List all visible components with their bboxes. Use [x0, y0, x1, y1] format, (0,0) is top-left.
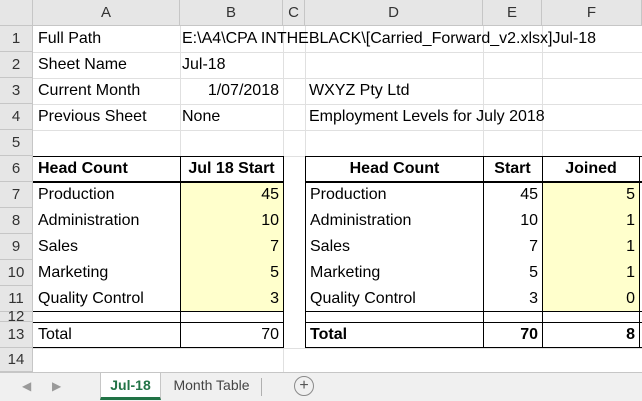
right-row-joined[interactable]: 1 — [543, 260, 639, 286]
column-header-e[interactable]: E — [483, 0, 542, 26]
table-border — [33, 156, 284, 157]
spreadsheet-grid[interactable]: A B C D E F 1 2 3 4 5 6 7 8 9 10 11 12 1… — [0, 0, 642, 372]
add-sheet-icon[interactable]: + — [294, 376, 314, 396]
previous-sheet-label: Previous Sheet — [38, 108, 147, 125]
left-total-label: Total — [38, 326, 72, 343]
current-month-value: 1/07/2018 — [207, 82, 279, 99]
table-border — [305, 347, 642, 348]
row-header-3[interactable]: 3 — [0, 78, 33, 104]
table-border — [180, 156, 181, 348]
row-header-9[interactable]: 9 — [0, 234, 33, 260]
sheet-name-label: Sheet Name — [38, 56, 127, 73]
right-row-start: 10 — [520, 212, 538, 229]
row-header-6[interactable]: 6 — [0, 156, 33, 182]
table-border — [305, 181, 642, 183]
table-border — [283, 156, 284, 348]
left-row-value[interactable]: 7 — [181, 234, 283, 260]
left-row-value[interactable]: 10 — [181, 208, 283, 234]
left-row-name: Marketing — [38, 264, 109, 281]
right-total-joined: 8 — [626, 326, 635, 343]
tab-jul-18[interactable]: Jul-18 — [100, 373, 161, 400]
left-row-value[interactable]: 45 — [181, 182, 283, 208]
sheet-tab-bar: ◀ ▶ Jul-18 Month Table + — [0, 372, 642, 401]
row-header-1[interactable]: 1 — [0, 26, 33, 52]
right-header-start: Start — [494, 160, 531, 177]
right-row-joined[interactable]: 0 — [543, 286, 639, 312]
column-header-a[interactable]: A — [33, 0, 180, 26]
left-row-name: Sales — [38, 238, 79, 255]
right-row-name: Marketing — [310, 264, 381, 281]
sheet-name-value: Jul-18 — [182, 56, 226, 73]
right-row-name: Sales — [310, 238, 351, 255]
select-all-corner[interactable] — [0, 0, 33, 26]
full-path-value: E:\A4\CPA INTHEBLACK\[Carried_Forward_v2… — [182, 30, 597, 47]
table-border — [305, 311, 642, 312]
left-row-name: Quality Control — [38, 290, 144, 307]
row-header-12[interactable]: 12 — [0, 309, 33, 324]
left-row-name: Administration — [38, 212, 140, 229]
left-row-value[interactable]: 5 — [181, 260, 283, 286]
column-header-f[interactable]: F — [542, 0, 642, 26]
left-row-name: Production — [38, 186, 115, 203]
right-header-head-count: Head Count — [349, 160, 440, 177]
left-row-value[interactable]: 3 — [181, 286, 283, 312]
table-border — [305, 156, 642, 157]
right-row-name: Quality Control — [310, 290, 416, 307]
right-row-start: 5 — [529, 264, 538, 281]
right-row-start: 3 — [529, 290, 538, 307]
table-border — [33, 181, 284, 183]
gridline — [33, 348, 642, 349]
row-header-8[interactable]: 8 — [0, 208, 33, 234]
tab-separator — [261, 378, 262, 396]
table-border — [33, 311, 284, 312]
row-header-13[interactable]: 13 — [0, 322, 33, 348]
table-border — [33, 347, 284, 348]
report-title: Employment Levels for July 2018 — [309, 108, 545, 125]
table-border — [305, 322, 642, 323]
row-header-4[interactable]: 4 — [0, 104, 33, 130]
right-total-label: Total — [310, 326, 348, 343]
left-total-value: 70 — [261, 326, 279, 343]
previous-sheet-value: None — [182, 108, 221, 125]
right-total-start: 70 — [520, 326, 538, 343]
table-border — [483, 156, 484, 348]
tab-month-table[interactable]: Month Table — [164, 373, 259, 400]
column-header-c[interactable]: C — [283, 0, 305, 26]
gridline — [33, 130, 642, 131]
right-row-joined[interactable]: 1 — [543, 234, 639, 260]
table-border — [639, 156, 640, 348]
right-row-start: 7 — [529, 238, 538, 255]
full-path-label: Full Path — [38, 30, 102, 47]
scroll-tabs-right-icon[interactable]: ▶ — [52, 379, 61, 393]
table-border — [305, 156, 306, 348]
row-header-14[interactable]: 14 — [0, 348, 33, 372]
right-row-start: 45 — [520, 186, 538, 203]
column-header-d[interactable]: D — [305, 0, 483, 26]
company-name: WXYZ Pty Ltd — [309, 82, 410, 99]
right-row-joined[interactable]: 1 — [543, 208, 639, 234]
row-header-5[interactable]: 5 — [0, 130, 33, 156]
column-header-b[interactable]: B — [180, 0, 283, 26]
right-row-joined[interactable]: 5 — [543, 182, 639, 208]
left-header-start: Jul 18 Start — [188, 160, 275, 177]
row-header-2[interactable]: 2 — [0, 52, 33, 78]
scroll-tabs-left-icon[interactable]: ◀ — [22, 379, 31, 393]
table-border — [33, 322, 284, 323]
row-header-7[interactable]: 7 — [0, 182, 33, 208]
right-row-name: Production — [310, 186, 387, 203]
left-header-head-count: Head Count — [38, 160, 128, 177]
right-row-name: Administration — [310, 212, 412, 229]
row-header-10[interactable]: 10 — [0, 260, 33, 286]
right-header-joined: Joined — [565, 160, 617, 177]
current-month-label: Current Month — [38, 82, 141, 99]
table-border — [542, 156, 543, 348]
